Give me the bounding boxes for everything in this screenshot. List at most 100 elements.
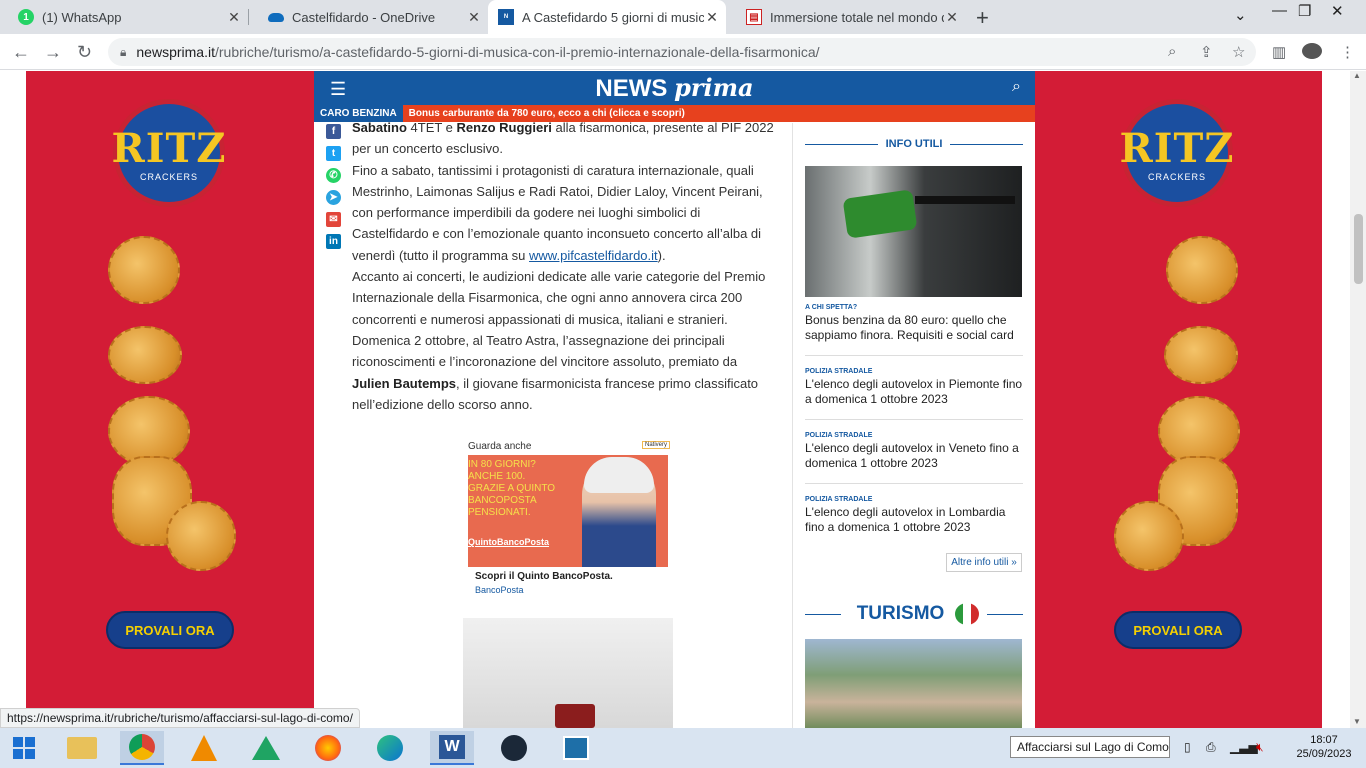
- hose-shape: [915, 196, 1015, 204]
- promo-caption[interactable]: Scopri il Quinto BancoPosta.: [475, 571, 613, 582]
- battery-icon[interactable]: ▯: [1184, 740, 1191, 754]
- item-title[interactable]: L'elenco degli autovelox in Piemonte fin…: [805, 377, 1023, 407]
- minimize-button[interactable]: —: [1272, 2, 1287, 19]
- info-utili-heading: INFO UTILI: [805, 138, 1024, 150]
- lock-icon: 🔒︎: [120, 44, 127, 59]
- side-panel-icon[interactable]: ▥: [1272, 43, 1286, 61]
- vlc-icon[interactable]: [182, 731, 226, 765]
- telegram-icon[interactable]: ➤: [326, 190, 341, 205]
- file-explorer-icon[interactable]: [60, 731, 104, 765]
- twitter-icon[interactable]: t: [326, 146, 341, 161]
- share-icon[interactable]: ⇪: [1200, 43, 1213, 61]
- menu-icon[interactable]: ⋮: [1340, 43, 1355, 61]
- network-icon[interactable]: ⎙: [1206, 740, 1216, 755]
- photos-icon[interactable]: [554, 731, 598, 765]
- item-title[interactable]: L'elenco degli autovelox in Lombardia fi…: [805, 505, 1023, 535]
- firefox-icon[interactable]: [306, 731, 350, 765]
- back-button[interactable]: ←: [12, 42, 30, 63]
- section-title: INFO UTILI: [885, 138, 943, 150]
- cracker-image: [1164, 326, 1238, 384]
- sponsored-widget[interactable]: Guarda anche Nativery IN 80 GIORNI? ANCH…: [468, 441, 670, 601]
- scroll-thumb[interactable]: [1354, 214, 1363, 284]
- star-icon[interactable]: ☆: [1232, 43, 1245, 61]
- chrome-icon[interactable]: [120, 731, 164, 765]
- tab-search-icon[interactable]: ⌄: [1234, 6, 1247, 24]
- windows-icon: [13, 737, 35, 759]
- email-icon[interactable]: ✉: [326, 212, 341, 227]
- system-clock[interactable]: 18:07 25/09/2023: [1282, 733, 1366, 761]
- search-icon[interactable]: ⌕: [1012, 78, 1021, 96]
- profile-avatar[interactable]: [1302, 43, 1322, 59]
- taskbar-search-box[interactable]: Affacciarsi sul Lago di Como: [1010, 736, 1170, 758]
- close-icon[interactable]: ✕: [466, 9, 482, 26]
- promo-source[interactable]: BancoPosta: [475, 585, 524, 595]
- close-window-button[interactable]: ✕: [1331, 2, 1344, 20]
- scrollbar[interactable]: ▲ ▼: [1350, 71, 1366, 728]
- item-category: POLIZIA STRADALE: [805, 496, 873, 503]
- section-title: TURISMO: [856, 603, 945, 625]
- ad-cta-button[interactable]: PROVALI ORA: [1114, 611, 1242, 649]
- whatsapp-share-icon[interactable]: ✆: [326, 168, 341, 183]
- info-item[interactable]: POLIZIA STRADALE L'elenco degli autovelo…: [805, 496, 1023, 535]
- fuel-pump-image[interactable]: [805, 166, 1022, 297]
- promo-image[interactable]: IN 80 GIORNI? ANCHE 100. GRAZIE A QUINTO…: [468, 455, 668, 567]
- ad-left[interactable]: RITZ CRACKERS PROVALI ORA: [26, 71, 314, 728]
- text: ).: [657, 247, 666, 263]
- column-divider: [792, 123, 793, 728]
- item-category: POLIZIA STRADALE: [805, 432, 873, 439]
- page-content: RITZ CRACKERS PROVALI ORA RITZ CRACKERS …: [0, 71, 1366, 728]
- item-title[interactable]: Bonus benzina da 80 euro: quello che sap…: [805, 313, 1023, 343]
- forward-button[interactable]: →: [44, 42, 62, 63]
- status-bar-url: https://newsprima.it/rubriche/turismo/af…: [0, 708, 360, 728]
- tab-whatsapp[interactable]: 1 (1) WhatsApp ✕: [0, 0, 248, 34]
- restore-button[interactable]: ❐: [1298, 2, 1311, 20]
- start-button[interactable]: [2, 731, 46, 765]
- tab-onedrive[interactable]: Castelfidardo - OneDrive ✕: [250, 0, 488, 34]
- cracker-image: [108, 326, 182, 384]
- google-drive-icon[interactable]: [244, 731, 288, 765]
- clock-date: 25/09/2023: [1296, 748, 1352, 760]
- more-info-button[interactable]: Altre info utili »: [946, 553, 1022, 572]
- edge-icon[interactable]: [368, 731, 412, 765]
- info-item[interactable]: A CHI SPETTA? Bonus benzina da 80 euro: …: [805, 304, 1023, 343]
- hamburger-menu-icon[interactable]: ☰: [330, 79, 346, 100]
- site-logo[interactable]: NEWS prima: [595, 73, 753, 103]
- signal-icon[interactable]: ▁▃▅: [1230, 740, 1258, 754]
- info-item[interactable]: POLIZIA STRADALE L'elenco degli autovelo…: [805, 432, 1023, 471]
- ad-sub: CRACKERS: [1147, 171, 1206, 182]
- ad-cta-button[interactable]: PROVALI ORA: [106, 611, 234, 649]
- zoom-icon[interactable]: ⌕: [1168, 43, 1176, 60]
- separator: [805, 355, 1023, 356]
- article-photo: [463, 618, 673, 728]
- word-icon[interactable]: W: [430, 731, 474, 765]
- tab-newsprima[interactable]: N A Castefidardo 5 giorni di musica ✕: [488, 0, 726, 34]
- volume-muted-icon[interactable]: 🔇︎: [1256, 740, 1264, 755]
- cracker-image: [1114, 501, 1184, 571]
- item-title[interactable]: L'elenco degli autovelox in Veneto fino …: [805, 441, 1023, 471]
- separator: [805, 483, 1023, 484]
- new-tab-button[interactable]: +: [976, 5, 989, 31]
- promo-image-text: IN 80 GIORNI? ANCHE 100. GRAZIE A QUINTO…: [468, 459, 555, 519]
- linkedin-icon[interactable]: in: [326, 234, 341, 249]
- tab-separator: [248, 9, 249, 25]
- ad-brand: RITZ: [1119, 124, 1235, 172]
- logo-main: NEWS: [595, 75, 668, 102]
- info-item[interactable]: POLIZIA STRADALE L'elenco degli autovelo…: [805, 368, 1023, 407]
- lake-town-image[interactable]: [805, 639, 1022, 728]
- ad-right[interactable]: RITZ CRACKERS PROVALI ORA: [1034, 71, 1322, 728]
- facebook-icon[interactable]: f: [326, 124, 341, 139]
- scroll-up-icon[interactable]: ▲: [1353, 71, 1361, 80]
- ritz-logo: RITZ CRACKERS: [1119, 99, 1235, 207]
- program-link[interactable]: www.pifcastelfidardo.it: [529, 248, 658, 263]
- scroll-down-icon[interactable]: ▼: [1353, 717, 1361, 726]
- reload-button[interactable]: ↻: [77, 42, 92, 63]
- close-icon[interactable]: ✕: [226, 9, 242, 26]
- close-icon[interactable]: ✕: [944, 9, 960, 26]
- tab-immersione[interactable]: ▤ Immersione totale nel mondo de ✕: [728, 0, 966, 34]
- tab-title: Castelfidardo - OneDrive: [292, 9, 436, 25]
- bold-text: Julien Bautemps: [352, 375, 457, 391]
- article-paragraph: Sabatino 4TET e Renzo Ruggieri alla fisa…: [352, 117, 777, 160]
- address-bar[interactable]: 🔒︎ newsprima.it /rubriche/turismo/a-cast…: [108, 38, 1256, 66]
- steam-icon[interactable]: [492, 731, 536, 765]
- close-icon[interactable]: ✕: [704, 9, 720, 26]
